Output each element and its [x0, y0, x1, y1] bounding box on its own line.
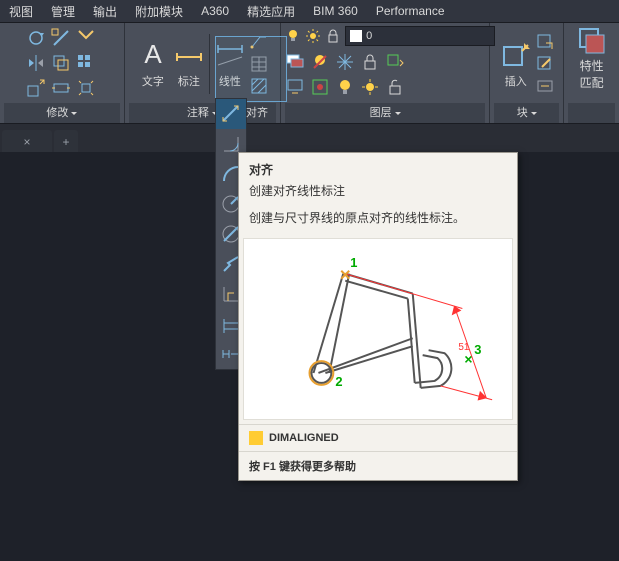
- layer-thaw-icon[interactable]: [360, 77, 380, 97]
- scale-icon[interactable]: [26, 78, 46, 98]
- table-icon[interactable]: [250, 55, 268, 73]
- layer-prev-icon[interactable]: [285, 77, 305, 97]
- new-tab-button[interactable]: +: [54, 130, 78, 154]
- dropdown-aligned[interactable]: [216, 99, 246, 129]
- panel-layers: 0 图层: [281, 23, 490, 123]
- tooltip-diagram: 1 2 51 3 ×: [244, 239, 512, 418]
- panel-title-layers[interactable]: 图层: [285, 103, 485, 123]
- dimension-icon: [173, 39, 205, 71]
- panel-title-modify[interactable]: 修改: [4, 103, 120, 123]
- layer-off-icon[interactable]: [310, 52, 330, 72]
- command-icon: [249, 431, 263, 445]
- panel-title-props: [568, 103, 615, 123]
- offset-icon[interactable]: [51, 53, 71, 73]
- menu-a360[interactable]: A360: [192, 4, 238, 18]
- layer-on-icon[interactable]: [335, 77, 355, 97]
- tooltip-description: 创建与尺寸界线的原点对齐的线性标注。: [239, 207, 517, 234]
- menu-bim360[interactable]: BIM 360: [304, 4, 367, 18]
- mirror-icon[interactable]: [26, 53, 46, 73]
- layer-name: 0: [366, 30, 372, 42]
- svg-text:1: 1: [350, 255, 357, 270]
- leader-icon[interactable]: [250, 33, 268, 51]
- match-label: 匹配: [580, 74, 604, 91]
- dimension-button[interactable]: 标注: [173, 39, 205, 89]
- ribbon: 修改 A 文字 标注 线性 注释: [0, 23, 619, 124]
- panel-modify: 修改: [0, 23, 125, 123]
- linear-icon: [214, 39, 246, 71]
- text-button[interactable]: A 文字: [137, 39, 169, 89]
- menu-performance[interactable]: Performance: [367, 4, 454, 18]
- tab-close-icon[interactable]: ×: [23, 135, 30, 149]
- sun-icon[interactable]: [305, 28, 321, 44]
- menu-output[interactable]: 输出: [84, 3, 126, 20]
- dimension-label: 标注: [178, 73, 200, 89]
- svg-text:×: ×: [464, 351, 472, 367]
- insert-button[interactable]: 插入: [500, 39, 532, 89]
- tooltip-command: DIMALIGNED: [269, 432, 339, 444]
- tooltip-subtitle: 创建对齐线性标注: [239, 180, 517, 207]
- trim-icon[interactable]: [51, 28, 71, 48]
- tabstrip: × +: [0, 124, 619, 155]
- drawing-tab[interactable]: ×: [2, 130, 52, 154]
- layer-dropdown[interactable]: 0: [345, 26, 495, 46]
- explode-icon[interactable]: [76, 78, 96, 98]
- layer-freeze-icon[interactable]: [335, 52, 355, 72]
- tooltip: 对齐 创建对齐线性标注 创建与尺寸界线的原点对齐的线性标注。: [238, 152, 518, 481]
- menubar: 视图 管理 输出 附加模块 A360 精选应用 BIM 360 Performa…: [0, 0, 619, 23]
- menu-manage[interactable]: 管理: [42, 3, 84, 20]
- menu-featured[interactable]: 精选应用: [238, 3, 304, 20]
- svg-text:A: A: [144, 39, 162, 69]
- svg-text:3: 3: [474, 342, 481, 357]
- layer-match-icon[interactable]: [385, 52, 405, 72]
- hatch-icon[interactable]: [250, 77, 268, 95]
- linear-label: 线性: [219, 73, 241, 89]
- insert-label: 插入: [505, 73, 527, 89]
- annotation-mini-col: [250, 33, 268, 95]
- edit-attr-icon[interactable]: [536, 77, 554, 95]
- tooltip-help: 按 F1 键获得更多帮助: [239, 451, 517, 480]
- tooltip-image: 1 2 51 3 ×: [243, 238, 513, 420]
- layer-props-icon[interactable]: [285, 52, 305, 72]
- linear-button[interactable]: 线性: [214, 39, 246, 89]
- layer-row: 0: [285, 25, 495, 47]
- text-label: 文字: [142, 73, 164, 89]
- panel-props: 特性 匹配: [564, 23, 619, 123]
- menu-addins[interactable]: 附加模块: [126, 3, 192, 20]
- layer-iso-icon[interactable]: [310, 77, 330, 97]
- panel-title-block[interactable]: 块: [494, 103, 559, 123]
- dropdown-active-label: 对齐: [246, 104, 268, 120]
- insert-icon: [500, 39, 532, 71]
- match-props-icon[interactable]: [576, 25, 608, 57]
- menu-view[interactable]: 视图: [0, 3, 42, 20]
- panel-block: 插入 块: [490, 23, 564, 123]
- array-icon[interactable]: [76, 53, 96, 73]
- edit-block-icon[interactable]: [536, 55, 554, 73]
- tooltip-title: 对齐: [239, 153, 517, 180]
- modify-tools-grid: [26, 28, 98, 100]
- create-block-icon[interactable]: [536, 33, 554, 51]
- stretch-icon[interactable]: [51, 78, 71, 98]
- svg-text:2: 2: [335, 374, 342, 389]
- aligned-icon: [220, 103, 242, 125]
- lock-icon[interactable]: [325, 28, 341, 44]
- rotate-icon[interactable]: [26, 28, 46, 48]
- props-label: 特性: [580, 57, 604, 74]
- layer-unlock-icon[interactable]: [385, 77, 405, 97]
- layer-lock-icon[interactable]: [360, 52, 380, 72]
- text-icon: A: [137, 39, 169, 71]
- tooltip-command-row: DIMALIGNED: [239, 424, 517, 451]
- block-mini-col: [536, 33, 554, 95]
- layer-tools-grid: [285, 52, 407, 99]
- layer-color-swatch-icon: [350, 30, 362, 42]
- fillet-icon[interactable]: [76, 28, 96, 48]
- lightbulb-icon[interactable]: [285, 28, 301, 44]
